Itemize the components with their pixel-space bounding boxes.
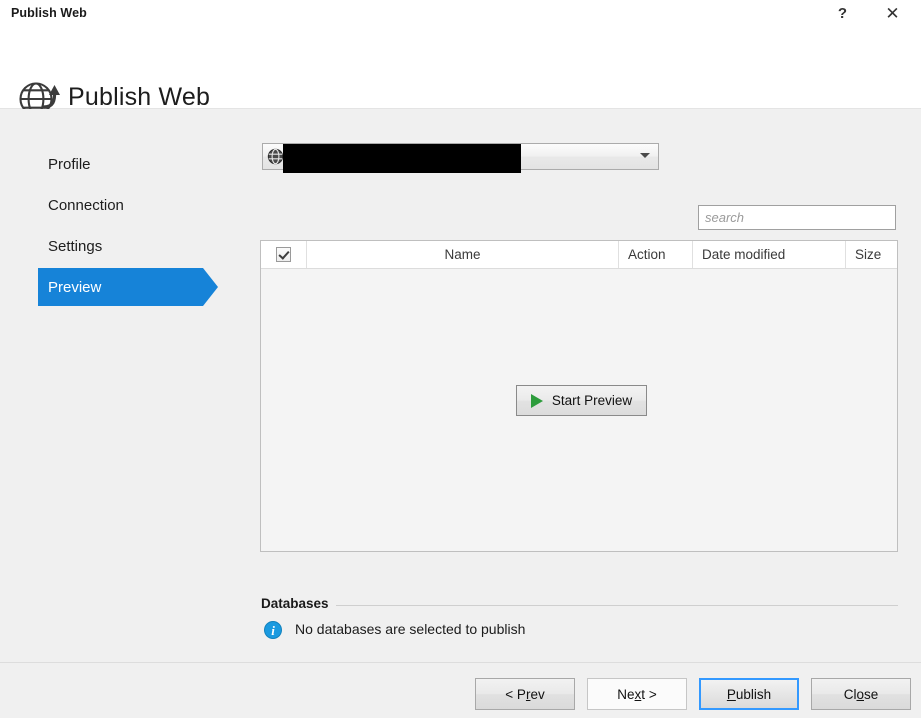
close-window-button[interactable]: ✕ xyxy=(870,0,915,27)
window-title: Publish Web xyxy=(11,6,87,20)
sidebar-item-settings[interactable]: Settings xyxy=(38,227,203,265)
start-preview-button[interactable]: Start Preview xyxy=(516,385,647,416)
dialog-footer: < Prev Next > Publish Close xyxy=(0,662,921,718)
info-icon: i xyxy=(264,621,282,639)
prev-button[interactable]: < Prev xyxy=(475,678,575,710)
globe-icon xyxy=(267,148,284,170)
dialog-header: Publish Web xyxy=(0,28,921,116)
publish-button[interactable]: Publish xyxy=(699,678,799,710)
sidebar-item-profile[interactable]: Profile xyxy=(38,145,203,183)
next-button[interactable]: Next > xyxy=(587,678,687,710)
help-button[interactable]: ? xyxy=(820,0,865,27)
column-header-select-all[interactable] xyxy=(261,241,307,268)
play-icon xyxy=(530,393,543,408)
title-bar: Publish Web ? ✕ xyxy=(0,0,921,29)
next-button-label: Next > xyxy=(617,686,657,702)
file-list-header: Name Action Date modified Size xyxy=(261,241,897,269)
sidebar-item-preview[interactable]: Preview xyxy=(38,268,218,306)
publish-profile-dropdown[interactable] xyxy=(262,143,659,173)
databases-status-text: No databases are selected to publish xyxy=(295,621,526,637)
prev-button-label: < Prev xyxy=(505,686,545,702)
databases-group-label: Databases xyxy=(261,596,336,611)
column-header-size[interactable]: Size xyxy=(846,241,897,268)
close-button[interactable]: Close xyxy=(811,678,911,710)
select-all-checkbox[interactable] xyxy=(276,247,291,262)
page-title: Publish Web xyxy=(68,83,211,111)
dialog-body: Profile Connection Settings Preview mvcd… xyxy=(0,109,921,662)
main-content: mvcdeploydemo8707.scm.azurewebsites.net:… xyxy=(230,109,921,662)
sidebar: Profile Connection Settings Preview xyxy=(0,109,230,662)
publish-button-label: Publish xyxy=(726,686,772,702)
redacted-profile-value xyxy=(283,144,521,173)
chevron-down-icon xyxy=(640,153,650,158)
start-preview-label: Start Preview xyxy=(551,393,633,408)
search-input[interactable] xyxy=(698,205,896,230)
close-button-label: Close xyxy=(843,686,879,702)
databases-divider xyxy=(261,605,898,606)
column-header-action[interactable]: Action xyxy=(619,241,693,268)
file-preview-list: Name Action Date modified Size Start Pre… xyxy=(260,240,898,552)
column-header-date-modified[interactable]: Date modified xyxy=(693,241,846,268)
sidebar-item-connection[interactable]: Connection xyxy=(38,186,203,224)
column-header-name[interactable]: Name xyxy=(307,241,619,268)
